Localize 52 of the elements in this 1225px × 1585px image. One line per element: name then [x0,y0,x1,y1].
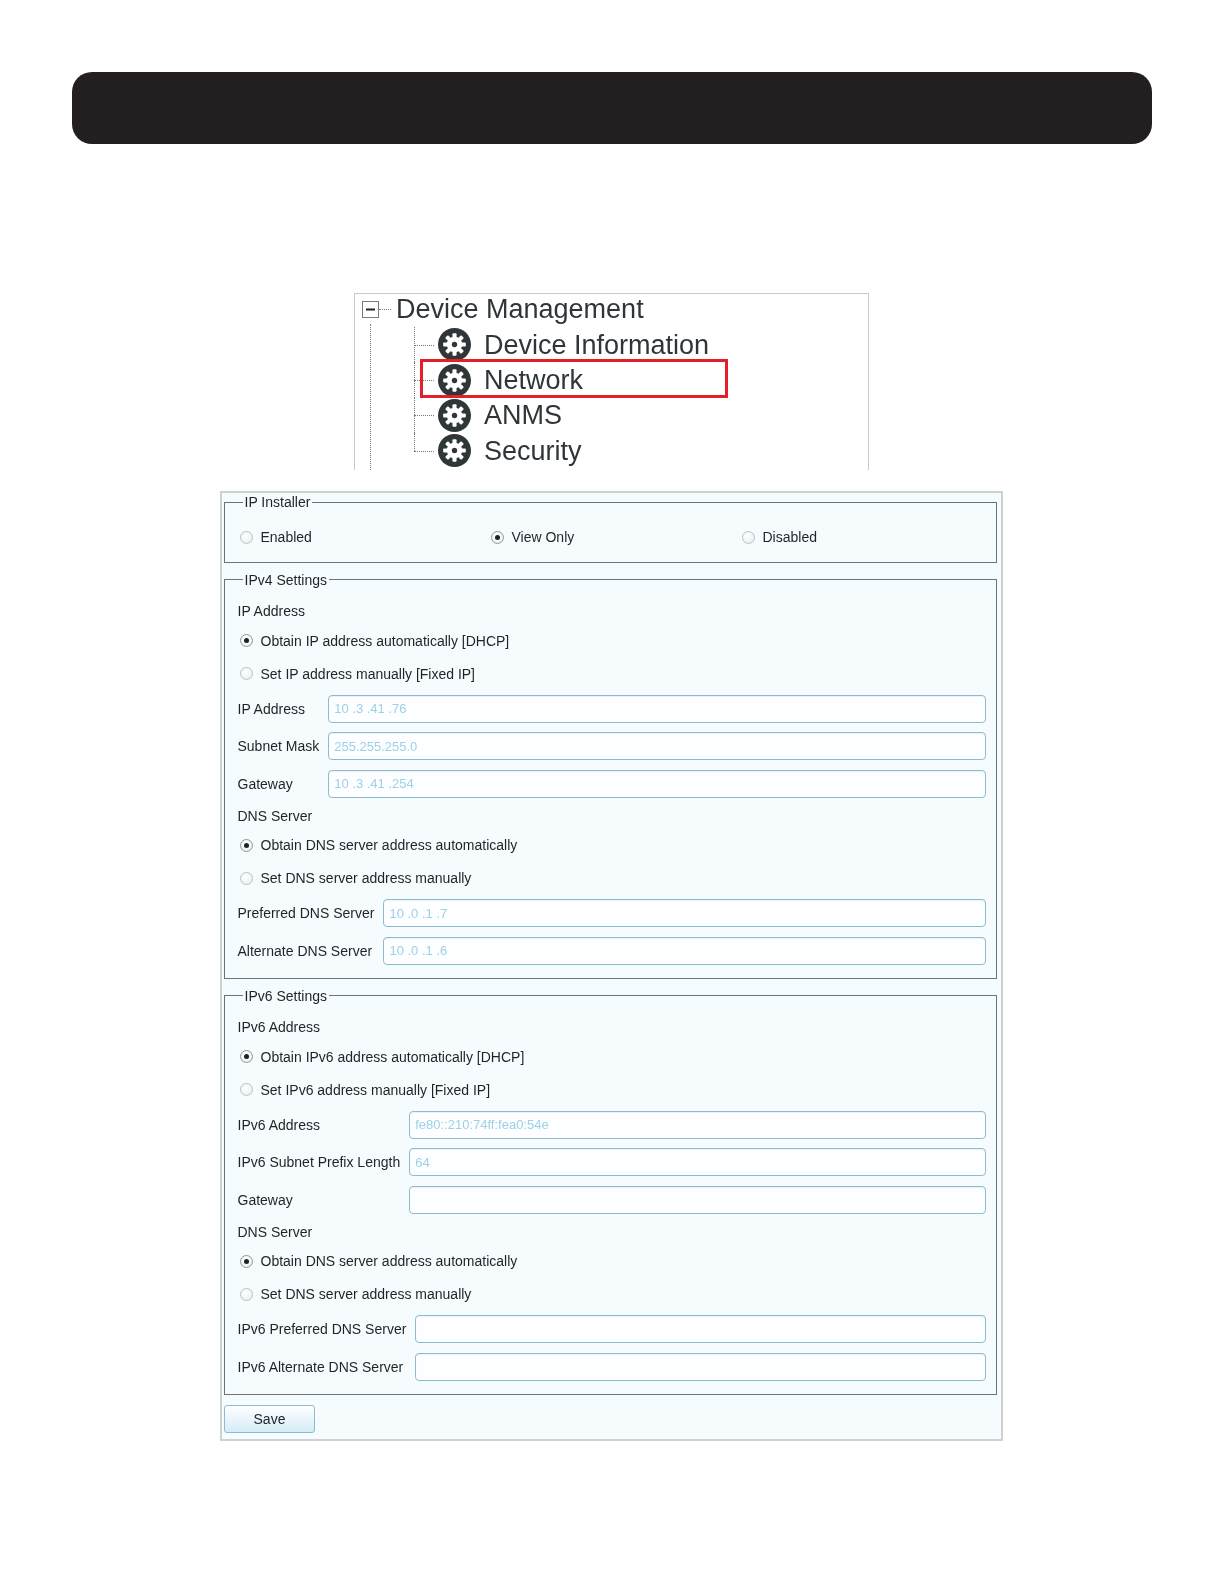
radio-button[interactable] [490,530,504,544]
collapse-icon[interactable] [362,300,379,318]
group-legend: IPv4 Settings [242,570,329,589]
subheading: DNS Server [237,806,314,826]
group-legend: IP Installer [242,493,313,511]
radio-button[interactable] [239,838,253,852]
field-label: Gateway [237,775,294,792]
field-label: IPv6 Alternate DNS Server [237,1358,405,1375]
subheading: IPv6 Address [237,1018,321,1037]
option-label[interactable]: Set IP address manually [Fixed IP] [260,665,475,682]
option-label[interactable]: Disabled [762,529,817,545]
input-field[interactable] [415,1315,986,1344]
radio-button[interactable] [239,1287,253,1301]
radio-button[interactable] [239,634,253,647]
field-label: IPv6 Subnet Prefix Length [237,1154,401,1171]
radio-button[interactable] [239,530,253,544]
option-label[interactable]: Enabled [260,529,312,545]
gear-icon [438,328,471,362]
option-label[interactable]: Set IPv6 address manually [Fixed IP] [260,1081,491,1098]
radio-button[interactable] [239,1050,253,1063]
tree-item[interactable]: Device Information [484,328,710,361]
group-legend: IPv6 Settings [242,986,329,1005]
save-button[interactable]: Save [224,1405,315,1433]
radio-button[interactable] [239,871,253,885]
radio-button[interactable] [239,1254,253,1268]
field-label: Subnet Mask [237,738,320,755]
field-label: Alternate DNS Server [237,942,374,959]
option-label[interactable]: Set DNS server address manually [260,1286,472,1302]
subheading: IP Address [237,602,306,621]
tree-item[interactable]: Network [484,364,584,397]
field-label: Gateway [237,1191,294,1208]
tree-item[interactable]: Device Management [396,294,644,325]
gear-icon [438,398,471,432]
gear-icon [438,363,471,397]
radio-button[interactable] [239,1083,253,1096]
field-label: IP Address [237,700,306,717]
option-label[interactable]: Obtain DNS server address automatically [260,837,518,853]
subheading: DNS Server [237,1222,314,1242]
option-label[interactable]: View Only [511,529,575,545]
option-label[interactable]: Obtain IP address automatically [DHCP] [260,632,510,649]
input-field[interactable] [409,1185,986,1214]
tree-item[interactable]: ANMS [484,399,562,432]
option-label[interactable]: Set DNS server address manually [260,870,472,886]
field-label: IPv6 Preferred DNS Server [237,1321,407,1338]
radio-button[interactable] [741,530,755,544]
radio-button[interactable] [239,667,253,680]
input-field[interactable] [415,1352,986,1381]
tree-item[interactable]: Security [484,434,582,467]
option-label[interactable]: Obtain IPv6 address automatically [DHCP] [260,1048,525,1065]
field-label: IPv6 Address [237,1116,321,1133]
field-label: Preferred DNS Server [237,905,375,922]
option-label[interactable]: Obtain DNS server address automatically [260,1253,518,1269]
